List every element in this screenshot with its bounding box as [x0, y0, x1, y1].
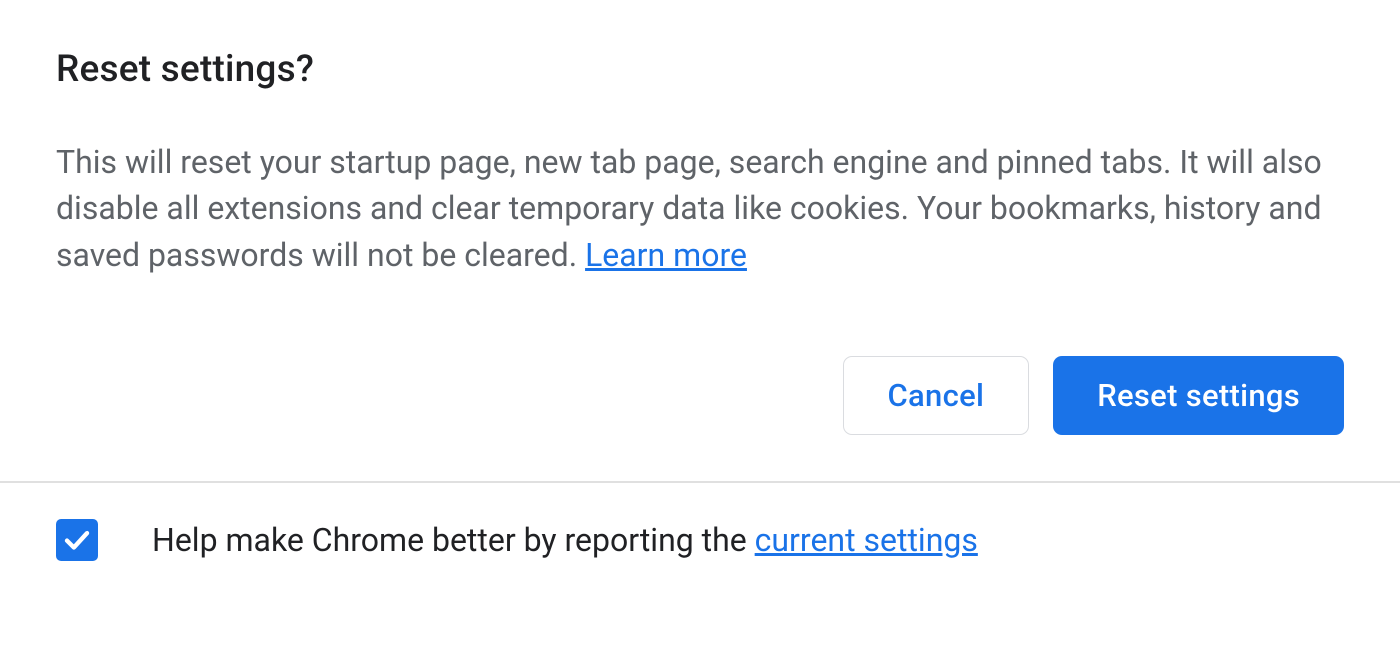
footer-text: Help make Chrome better by reporting the…	[152, 521, 978, 559]
dialog-title: Reset settings?	[56, 48, 1344, 91]
checkmark-icon	[62, 525, 92, 555]
footer-help-text: Help make Chrome better by reporting the	[152, 521, 755, 559]
reset-settings-dialog: Reset settings? This will reset your sta…	[0, 0, 1400, 435]
cancel-button[interactable]: Cancel	[843, 356, 1030, 435]
learn-more-link[interactable]: Learn more	[585, 236, 747, 274]
reset-settings-button[interactable]: Reset settings	[1053, 356, 1344, 435]
dialog-actions: Cancel Reset settings	[56, 356, 1344, 435]
current-settings-link[interactable]: current settings	[755, 521, 978, 559]
dialog-body: This will reset your startup page, new t…	[56, 139, 1344, 278]
footer-row: Help make Chrome better by reporting the…	[0, 483, 1400, 561]
report-settings-checkbox[interactable]	[56, 519, 98, 561]
